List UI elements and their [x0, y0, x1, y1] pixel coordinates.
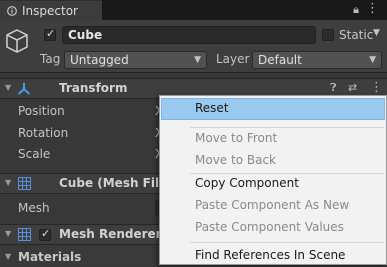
menu-item-label: Reset	[195, 101, 229, 115]
menu-item-move-to-front[interactable]: Move to Front	[161, 128, 385, 150]
object-name: Cube	[68, 28, 103, 42]
preset-icon[interactable]: ⇄	[348, 81, 357, 94]
rotation-label: Rotation	[18, 126, 69, 140]
info-icon	[7, 6, 17, 16]
transform-icon	[17, 83, 31, 95]
scale-label: Scale	[18, 147, 51, 161]
help-icon[interactable]: ❓︎	[330, 81, 337, 95]
static-checkbox[interactable]	[322, 29, 334, 41]
menu-item-label: Move to Front	[195, 131, 278, 145]
tag-label: Tag	[40, 52, 61, 66]
lock-icon[interactable]: 🔒︎	[353, 3, 359, 17]
materials-label: Materials	[18, 250, 82, 264]
object-header: Cube Static ▼ Tag Untagged ▼ Layer Defau…	[0, 20, 387, 73]
layer-dropdown[interactable]: Default ▼	[252, 51, 382, 69]
menu-item-find-references[interactable]: Find References In Scene	[161, 245, 385, 267]
active-checkbox[interactable]	[44, 27, 56, 41]
menu-item-label: Copy Component	[195, 176, 299, 190]
mesh-filter-title: Cube (Mesh Filte	[59, 176, 173, 190]
tag-dropdown[interactable]: Untagged ▼	[64, 51, 207, 69]
tag-value: Untagged	[70, 53, 129, 67]
tab-inspector[interactable]: Inspector	[0, 0, 102, 20]
foldout-arrow-icon[interactable]: ▼	[5, 252, 11, 261]
menu-item-label: Find References In Scene	[195, 248, 346, 262]
menu-item-copy-component[interactable]: Copy Component	[161, 173, 385, 195]
menu-separator	[190, 242, 384, 243]
component-menu-icon[interactable]: ⋮	[370, 80, 383, 95]
component-context-menu: Reset Move to Front Move to Back Copy Co…	[159, 95, 387, 265]
tab-bar: Inspector 🔒︎ ⋮	[0, 0, 387, 20]
static-dropdown-icon[interactable]: ▼	[373, 28, 380, 38]
mesh-renderer-icon	[18, 228, 31, 241]
mesh-label: Mesh	[18, 201, 50, 215]
menu-item-label: Paste Component Values	[195, 220, 344, 234]
mesh-grid-icon	[18, 177, 31, 190]
menu-item-reset[interactable]: Reset	[161, 98, 385, 120]
position-label: Position	[18, 104, 65, 118]
tab-label: Inspector	[22, 4, 78, 18]
static-label: Static	[339, 28, 374, 42]
foldout-arrow-icon[interactable]: ▼	[5, 178, 11, 187]
object-name-field[interactable]: Cube	[62, 26, 316, 44]
foldout-arrow-icon[interactable]: ▼	[5, 83, 11, 92]
transform-title: Transform	[59, 81, 128, 95]
mesh-renderer-title: Mesh Renderer	[59, 227, 162, 241]
cube-icon	[6, 29, 28, 53]
mesh-renderer-enabled-checkbox[interactable]	[39, 227, 51, 241]
menu-item-paste-component-as-new[interactable]: Paste Component As New	[161, 195, 385, 217]
menu-item-label: Paste Component As New	[195, 198, 350, 212]
menu-item-move-to-back[interactable]: Move to Back	[161, 150, 385, 172]
kebab-menu-icon[interactable]: ⋮	[366, 1, 379, 16]
chevron-down-icon: ▼	[194, 55, 201, 65]
menu-item-label: Move to Back	[195, 153, 276, 167]
menu-item-paste-component-values[interactable]: Paste Component Values	[161, 217, 385, 239]
layer-label: Layer	[216, 52, 250, 66]
foldout-arrow-icon[interactable]: ▼	[5, 229, 11, 238]
layer-value: Default	[258, 53, 302, 67]
chevron-down-icon: ▼	[369, 55, 376, 65]
